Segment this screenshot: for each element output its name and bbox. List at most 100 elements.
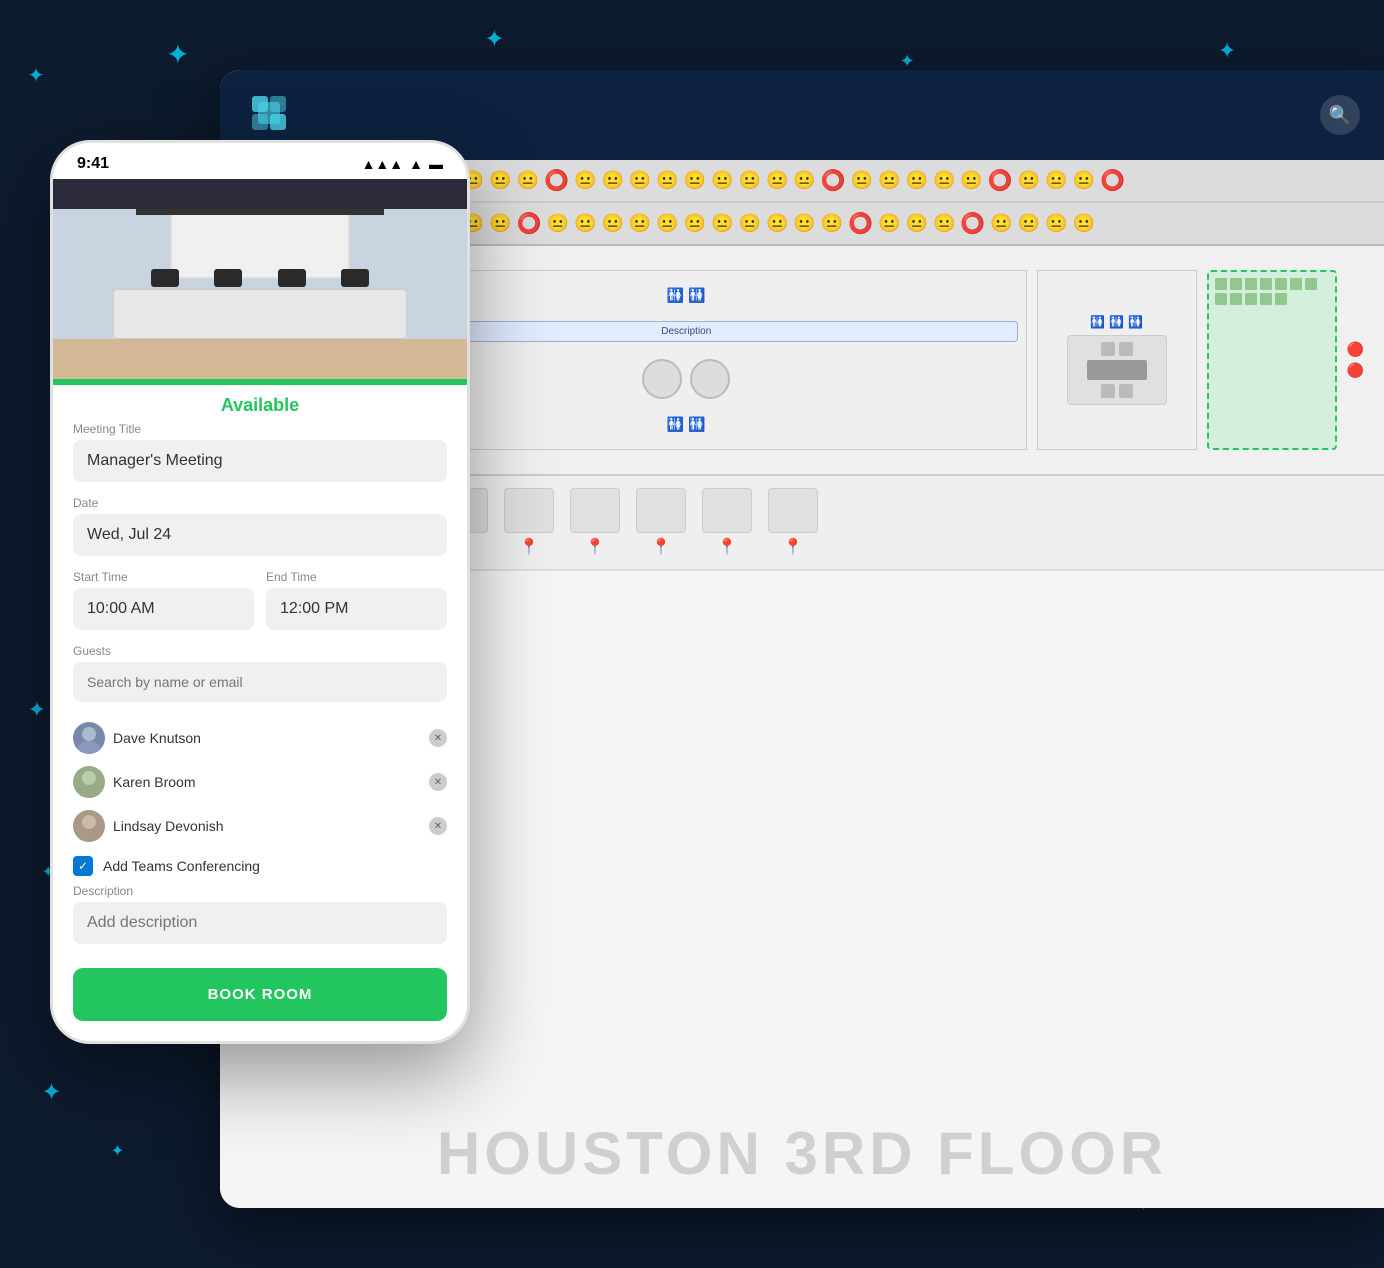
desk-pod-unit [504,488,554,533]
date-input[interactable] [73,514,447,556]
battery-icon: ▬ [429,156,443,172]
guests-group: Guests [73,644,447,702]
desk-person-icon: 😐 [906,213,928,234]
available-label: Available [53,385,467,422]
end-time-label: End Time [266,570,447,584]
desk-person-icon: 😐 [547,213,569,234]
guests-label: Guests [73,644,447,658]
chair [278,269,306,287]
desk-person-icon: 😐 [851,170,873,191]
desk-pod-unit [702,488,752,533]
signal-icon: ▲▲▲ [362,156,404,172]
desk-pod-unit [768,488,818,533]
teams-checkbox[interactable]: ✓ [73,856,93,876]
desk-person-icon: 😐 [489,170,511,191]
guest-avatar-karen [73,766,105,798]
chair [1119,384,1133,398]
desk-slot [1305,278,1317,290]
desk-pod: 📍 [570,488,620,557]
desk-slot [1215,293,1227,305]
meeting-title-input[interactable] [73,440,447,482]
end-time-input[interactable] [266,588,447,630]
desk-slot [1245,278,1257,290]
phone-status-icons: ▲▲▲ ▲ ▬ [362,156,443,172]
phone-time: 9:41 [77,155,109,173]
desk-slot [1230,293,1242,305]
toilet-icon: 🚻 [667,416,684,433]
desk-person-icon: 😐 [878,213,900,234]
desk-person-icon: 😐 [711,213,733,234]
desk-pod: 📍 [636,488,686,557]
conference-table [113,289,407,339]
desk-person-icon: 😐 [960,170,982,191]
chair [341,269,369,287]
desk-slot [1230,278,1242,290]
desk-person-icon: 😐 [1073,170,1095,191]
desk-person-icon: 😐 [574,213,596,234]
desk-person-icon: 😐 [1045,213,1067,234]
conference-room-illustration [53,179,467,379]
chair-row-top [133,269,387,287]
guests-search-input[interactable] [73,662,447,702]
guest-avatar-dave [73,722,105,754]
location-pin-icon: 📍 [783,537,803,557]
desk-person-icon: 😐 [739,213,761,234]
guest-item-dave: Dave Knutson ✕ [73,716,447,760]
desk-person-icon: 😐 [601,170,623,191]
desk-available-icon: ⭕ [821,168,846,193]
round-table [642,359,682,399]
desk-pod: 📍 [702,488,752,557]
desk-available-icon: ⭕ [544,168,569,193]
desk-person-icon: 😐 [878,170,900,191]
desk-pod-unit [570,488,620,533]
booking-form: Meeting Title Date Start Time End Time G… [53,422,467,1041]
emergency-icon: 🔴 [1347,362,1364,379]
remove-lindsay-button[interactable]: ✕ [429,817,447,835]
desk-person-icon: 😐 [489,213,511,234]
desk-person-icon: 😐 [601,213,623,234]
desk-person-icon: 😐 [933,213,955,234]
desk-slot [1275,278,1287,290]
guest-name-karen: Karen Broom [113,774,421,790]
search-button[interactable]: 🔍 [1320,95,1360,135]
desk-slot [1245,293,1257,305]
sparkle-icon: ✦ [166,38,189,71]
teams-conferencing-group[interactable]: ✓ Add Teams Conferencing [73,848,447,884]
guest-avatar-lindsay [73,810,105,842]
desk-person-icon: 😐 [574,170,596,191]
chair [1119,342,1133,356]
sparkle-icon: ✦ [900,51,915,72]
sparkle-icon: ✦ [28,63,45,88]
desk-person-icon: 😐 [766,170,788,191]
chair [1101,384,1115,398]
toilet-icon: 🚻 [1090,315,1105,329]
app-logo [244,88,294,143]
desk-slot [1290,278,1302,290]
meeting-rooms-right: 🚻 🚻 🚻 [1037,270,1197,450]
sparkle-icon: ✦ [484,25,504,54]
toilet-icon: 🚻 [688,416,705,433]
toilet-icon: 🚻 [667,287,684,304]
selected-room[interactable] [1207,270,1337,450]
remove-karen-button[interactable]: ✕ [429,773,447,791]
desk-person-icon: 😐 [517,170,539,191]
room-image [53,179,467,379]
desk-person-icon: 😐 [711,170,733,191]
desk-person-icon: 😐 [906,170,928,191]
book-room-button[interactable]: BOOK ROOM [73,968,447,1021]
description-input[interactable] [73,902,447,944]
desk-slot [1260,293,1272,305]
location-pin-icon: 📍 [651,537,671,557]
desk-person-icon: 😐 [629,170,651,191]
start-time-input[interactable] [73,588,254,630]
date-label: Date [73,496,447,510]
desk-available-icon: ⭕ [988,168,1013,193]
floor [53,339,467,379]
time-row: Start Time End Time [73,570,447,644]
desk-person-icon: 😐 [793,170,815,191]
remove-dave-button[interactable]: ✕ [429,729,447,747]
desk-person-icon: 😐 [793,213,815,234]
desk-available-icon: ⭕ [848,211,873,236]
emergency-icon: 🔴 [1347,341,1364,358]
desk-slot [1260,278,1272,290]
